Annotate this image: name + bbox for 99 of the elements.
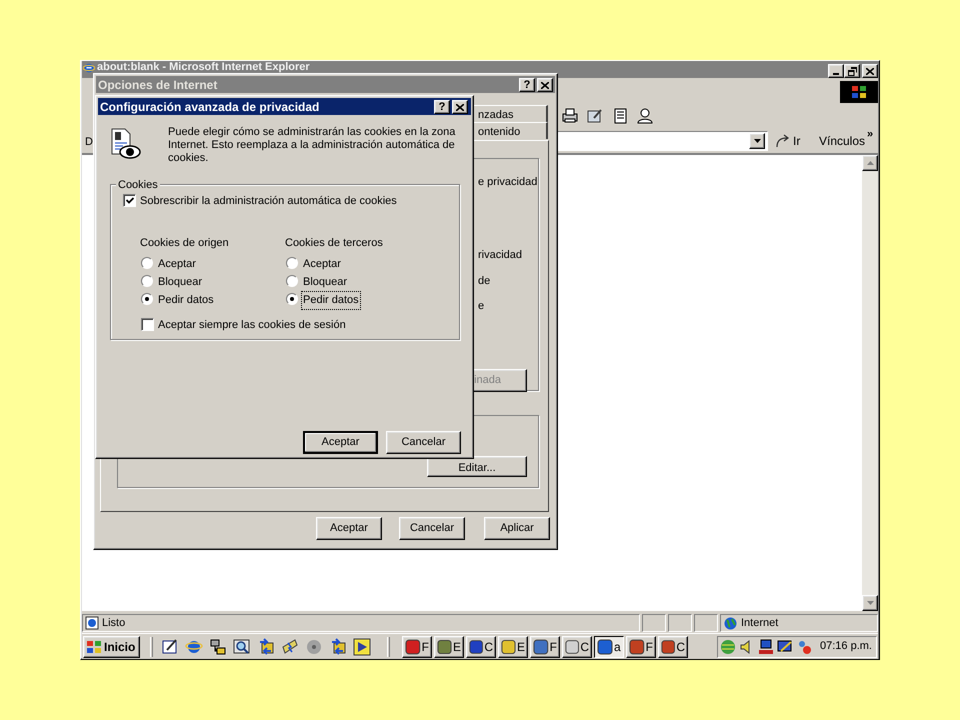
checkbox[interactable] (123, 194, 136, 207)
close-button[interactable] (862, 64, 878, 78)
radio-label: Pedir datos (157, 293, 215, 308)
scroll-down-button[interactable] (862, 595, 878, 611)
privacy-text: de (478, 274, 490, 289)
task-button[interactable]: E (498, 636, 528, 658)
dialog-button[interactable]: Aceptar (316, 517, 382, 540)
address-label: D (85, 135, 93, 150)
dialog-title: Configuración avanzada de privacidad (100, 100, 320, 114)
radio-label: Aceptar (157, 257, 197, 272)
caret-icon (754, 139, 760, 143)
window-icon[interactable] (161, 638, 179, 656)
links-button[interactable]: Vínculos (817, 131, 868, 151)
task-button[interactable]: a (594, 636, 624, 658)
radio-label: Pedir datos (302, 292, 360, 308)
address-field[interactable] (556, 131, 768, 151)
page-icon (85, 616, 99, 630)
app-icon (533, 638, 549, 654)
task-button[interactable]: C (466, 636, 496, 658)
app-icon (437, 638, 452, 654)
edit-button[interactable]: Editar... (427, 456, 527, 477)
help-button[interactable]: ? (434, 100, 450, 114)
app-icon (565, 638, 580, 654)
radio-button[interactable] (141, 293, 153, 305)
app-icon (629, 638, 645, 654)
document-eye-icon (109, 128, 141, 160)
down-arrow-icon (866, 601, 874, 605)
close-button[interactable] (452, 100, 468, 114)
column-heading: Cookies de terceros (285, 236, 383, 251)
status-pane (668, 614, 692, 632)
dialog-title: Opciones de Internet (98, 78, 218, 92)
edit-icon[interactable] (586, 107, 604, 125)
minimize-icon (833, 73, 839, 75)
privacy-text: e privacidad (478, 175, 538, 190)
more-links-icon[interactable]: » (867, 129, 874, 140)
task-button[interactable]: C (658, 636, 688, 658)
arrows-icon[interactable] (257, 638, 275, 656)
go-button[interactable]: Ir (773, 131, 802, 151)
restore-icon (848, 66, 856, 76)
status-pane (694, 614, 718, 632)
checkbox-label: Sobrescribir la administración automática de cookies (140, 194, 397, 209)
checkbox-label: Aceptar siempre las cookies de sesión (158, 318, 346, 333)
close-icon (541, 82, 549, 88)
radio-dot-icon (145, 297, 149, 301)
help-button[interactable]: ? (519, 78, 535, 92)
app-icon (597, 638, 613, 654)
dialog-button[interactable]: Cancelar (386, 431, 461, 454)
radio-button[interactable] (286, 257, 298, 269)
play-icon[interactable] (353, 638, 371, 656)
arrows-icon[interactable] (329, 638, 347, 656)
people-icon[interactable] (636, 107, 654, 125)
status-pane (642, 614, 666, 632)
magnifier-icon[interactable] (233, 638, 251, 656)
app-icon (661, 638, 676, 654)
zone-text: Internet (741, 616, 778, 631)
scroll-up-button[interactable] (862, 155, 878, 171)
printer-icon[interactable] (561, 107, 579, 125)
privacy-text: rivacidad (478, 248, 522, 263)
lightning-icon[interactable] (281, 638, 299, 656)
task-button[interactable]: F (402, 636, 432, 658)
disc-icon[interactable] (305, 638, 323, 656)
app-icon (405, 638, 421, 654)
radio-button[interactable] (286, 293, 298, 305)
app-icon (469, 638, 484, 654)
radio-button[interactable] (141, 257, 153, 269)
radio-label: Bloquear (302, 275, 348, 290)
radio-button[interactable] (141, 275, 153, 287)
privacy-text: e (478, 299, 484, 314)
minimize-button[interactable] (828, 64, 844, 78)
globe-icon (724, 616, 737, 630)
dropdown-button[interactable] (749, 133, 765, 149)
window-title: about:blank - Microsoft Internet Explorer (97, 61, 310, 73)
radio-dot-icon (290, 297, 294, 301)
radio-label: Bloquear (157, 275, 204, 290)
task-button[interactable]: C (562, 636, 592, 658)
monitor-icon[interactable] (777, 638, 793, 654)
arrow-icon (775, 134, 791, 148)
close-icon (456, 104, 464, 110)
check-icon (126, 197, 134, 204)
flag-icon (851, 85, 867, 99)
close-icon (866, 68, 874, 74)
column-heading: Cookies de origen (140, 236, 229, 251)
dialog-button[interactable]: Cancelar (399, 517, 465, 540)
restore-button[interactable] (844, 64, 860, 78)
app-icon (501, 638, 516, 654)
close-button[interactable] (537, 78, 553, 92)
radio-label: Aceptar (302, 257, 342, 272)
task-button[interactable]: F (626, 636, 656, 658)
clock: 07:16 p.m. (820, 639, 872, 654)
checkbox[interactable] (141, 318, 154, 331)
dialog-button[interactable]: Aplicar (484, 517, 550, 540)
windows-flag-icon (86, 640, 102, 654)
radio-button[interactable] (286, 275, 298, 287)
start-button[interactable]: Inicio (83, 636, 140, 658)
task-button[interactable]: F (530, 636, 560, 658)
up-arrow-icon (866, 161, 874, 165)
status-text: Listo (102, 616, 126, 631)
dialog-button[interactable]: Aceptar (303, 431, 378, 454)
task-button[interactable]: E (434, 636, 464, 658)
